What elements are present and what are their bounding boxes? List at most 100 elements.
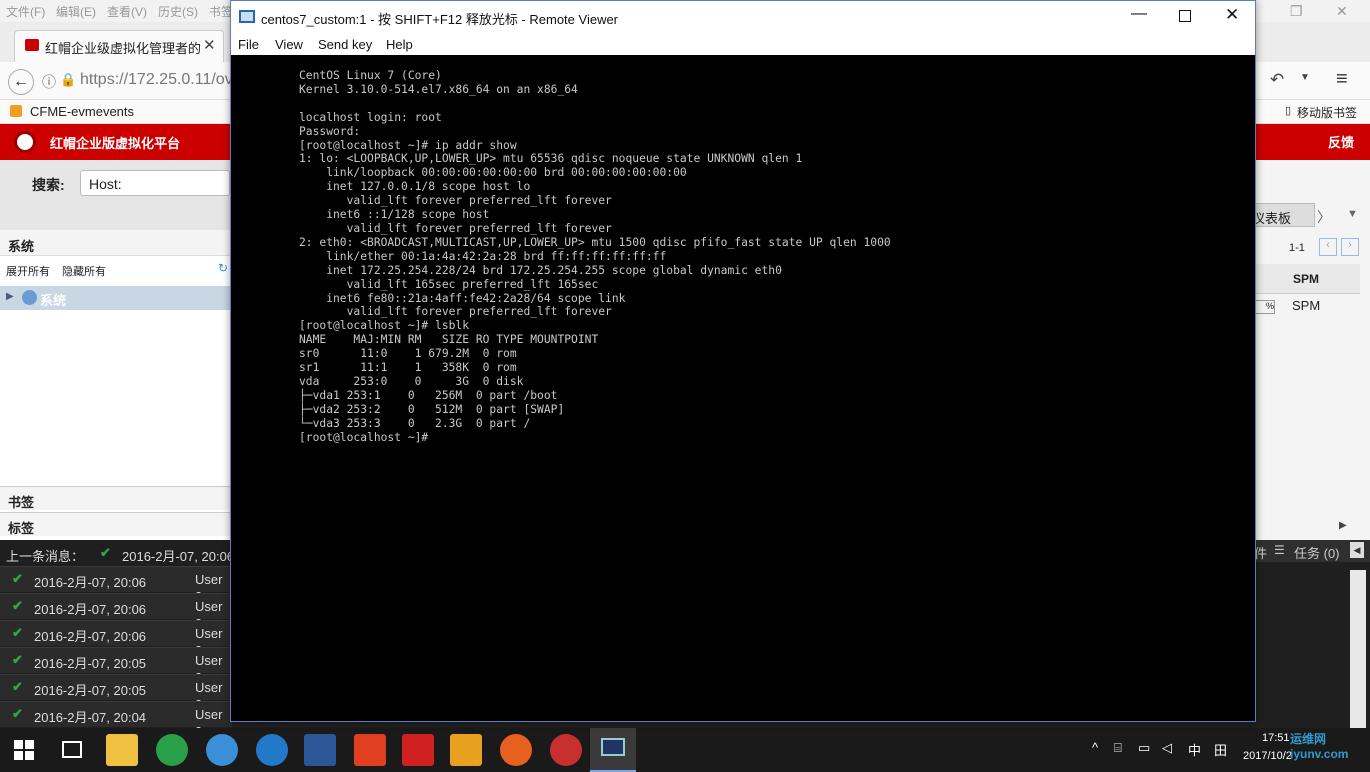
tab-title: 红帽企业级虚拟化管理者的 <box>45 41 202 56</box>
viewer-menubar: File View Send key Help <box>231 33 1255 55</box>
keyboard-icon[interactable]: 田 <box>1214 740 1227 759</box>
event-time: 2016-2月-07, 20:06 <box>34 602 147 617</box>
column-spm[interactable]: SPM <box>1293 272 1319 286</box>
check-icon: ✔ <box>12 706 23 721</box>
volume-icon[interactable]: ◁ <box>1162 740 1172 756</box>
tasks-label[interactable]: 任务 (0) <box>1294 543 1340 562</box>
scroll-right-icon[interactable]: ▶ <box>1339 520 1347 531</box>
menu-history[interactable]: 历史(S) <box>158 3 198 20</box>
system-title: 系统 <box>8 239 35 254</box>
lock-warning-icon: 🔒 <box>60 72 77 87</box>
browser-tab[interactable]: 红帽企业级虚拟化管理者的 ✕ <box>14 30 224 62</box>
windows-start-icon[interactable] <box>14 740 34 760</box>
tray-wifi-icon[interactable]: ▭ <box>1138 740 1150 756</box>
clock-time[interactable]: 17:51 <box>1262 732 1290 744</box>
events-scrollbar[interactable] <box>1350 570 1366 728</box>
monitor-icon <box>601 738 625 756</box>
app-icon[interactable] <box>450 734 482 766</box>
tree-item-system[interactable]: ▶ 系统 <box>0 286 232 310</box>
maximize-icon[interactable] <box>1179 10 1191 22</box>
tab-close-icon[interactable]: ✕ <box>203 36 216 54</box>
bookmark-cfme[interactable]: CFME-evmevents <box>30 104 134 119</box>
snail-app-icon[interactable] <box>550 734 582 766</box>
bookmarks-section[interactable]: 书签 <box>0 486 232 510</box>
event-row[interactable]: ✔ 2016-2月-07, 20:06 User a <box>0 620 232 656</box>
next-page-icon[interactable]: › <box>1341 238 1359 256</box>
clock-date[interactable]: 2017/10/2 <box>1243 750 1292 762</box>
tab-menu-icon[interactable]: ▼ <box>1347 208 1358 220</box>
pager-label: 1-1 <box>1289 242 1305 254</box>
task-view-icon[interactable] <box>62 741 82 758</box>
remote-viewer-taskbar-button[interactable] <box>590 728 636 772</box>
viewer-menu-view[interactable]: View <box>275 37 303 52</box>
youdao-icon[interactable] <box>402 734 434 766</box>
check-icon: ✔ <box>12 598 23 613</box>
check-icon: ✔ <box>12 679 23 694</box>
file-explorer-icon[interactable] <box>106 734 138 766</box>
menu-file[interactable]: 文件(F) <box>6 3 45 20</box>
guest-console-screen[interactable]: CentOS Linux 7 (Core) Kernel 3.10.0-514.… <box>231 55 1255 721</box>
viewer-menu-sendkey[interactable]: Send key <box>318 37 372 52</box>
restore-icon[interactable]: ❐ <box>1290 3 1303 20</box>
event-time: 2016-2月-07, 20:06 <box>34 629 147 644</box>
event-time: 2016-2月-07, 20:06 <box>34 575 147 590</box>
word-icon[interactable] <box>304 734 336 766</box>
last-message-label: 上一条消息： <box>6 549 85 564</box>
info-icon[interactable]: ⓘ <box>42 72 56 92</box>
event-time: 2016-2月-07, 20:05 <box>34 656 147 671</box>
menu-edit[interactable]: 编辑(E) <box>56 3 96 20</box>
mobile-bookmarks[interactable]: 移动版书签 <box>1297 104 1357 121</box>
close-icon[interactable]: ✕ <box>1336 3 1348 20</box>
event-row[interactable]: ✔ 2016-2月-07, 20:06 User a <box>0 593 232 629</box>
pdf-icon[interactable] <box>354 734 386 766</box>
dashboard-label: 仪表板 <box>1252 211 1292 226</box>
ime-indicator[interactable]: 中 <box>1188 740 1201 759</box>
remote-viewer-window: centos7_custom:1 - 按 SHIFT+F12 释放光标 - Re… <box>230 0 1256 722</box>
event-row[interactable]: ✔ 2016-2月-07, 20:04 User a <box>0 701 232 737</box>
check-icon: ✔ <box>12 652 23 667</box>
prev-page-icon[interactable]: ‹ <box>1319 238 1337 256</box>
tab-dashboard[interactable]: 仪表板 <box>1252 203 1315 227</box>
event-row[interactable]: ✔ 2016-2月-07, 20:06 User a <box>0 566 232 602</box>
terminal-output: CentOS Linux 7 (Core) Kernel 3.10.0-514.… <box>299 69 891 444</box>
tab-scroll-right-icon[interactable]: 〉 <box>1317 207 1331 227</box>
tree-item-label: 系统 <box>40 293 67 308</box>
collapse-panel-icon[interactable]: ◀ <box>1350 542 1364 558</box>
viewer-menu-file[interactable]: File <box>238 37 259 52</box>
search-input-value: Host: <box>89 176 122 192</box>
ie-browser-icon[interactable] <box>206 734 238 766</box>
menu-view[interactable]: 查看(V) <box>107 3 147 20</box>
hamburger-menu-icon[interactable]: ≡ <box>1336 68 1348 91</box>
viewer-menu-help[interactable]: Help <box>386 37 413 52</box>
event-time: 2016-2月-07, 20:05 <box>34 683 147 698</box>
system-header: 系统 <box>0 230 232 256</box>
search-input[interactable]: Host: <box>80 170 230 196</box>
remote-viewer-app-icon <box>239 10 255 23</box>
feedback-link[interactable]: 反馈 <box>1328 132 1354 151</box>
back-icon[interactable]: ← <box>8 69 34 95</box>
tags-section[interactable]: 标签 <box>0 512 232 536</box>
event-row[interactable]: ✔ 2016-2月-07, 20:05 User a <box>0 674 232 710</box>
collapse-all-link[interactable]: 隐藏所有 <box>62 263 106 279</box>
tags-label: 标签 <box>8 521 35 536</box>
expand-all-link[interactable]: 展开所有 <box>6 263 50 279</box>
firefox-icon[interactable] <box>500 734 532 766</box>
edge-icon[interactable] <box>256 734 288 766</box>
watermark-logo: 运维网 iyunv.com <box>1290 732 1349 761</box>
main-grid-right: 仪表板 〉 ▼ 1-1 ‹ › SPM % SPM ▶ <box>1252 160 1370 540</box>
chrome-icon[interactable] <box>156 734 188 766</box>
chevron-down-icon[interactable]: ▼ <box>1300 72 1310 83</box>
event-row[interactable]: ✔ 2016-2月-07, 20:05 User a <box>0 647 232 683</box>
expand-arrow-icon[interactable]: ▶ <box>6 291 14 302</box>
tray-network-icon[interactable]: ⌸ <box>1114 740 1122 756</box>
undo-icon[interactable]: ↶ <box>1270 70 1284 90</box>
event-time: 2016-2月-07, 20:04 <box>34 710 147 725</box>
url-field[interactable]: https://172.25.0.11/ovi <box>80 71 236 89</box>
window-close-icon[interactable]: ✕ <box>1225 5 1239 25</box>
window-title: centos7_custom:1 - 按 SHIFT+F12 释放光标 - Re… <box>261 12 619 27</box>
tray-chevron-icon[interactable]: ^ <box>1092 740 1098 755</box>
refresh-icon[interactable]: ↻ <box>218 261 228 275</box>
window-titlebar[interactable]: centos7_custom:1 - 按 SHIFT+F12 释放光标 - Re… <box>231 1 1255 33</box>
minimize-icon[interactable]: — <box>1131 5 1147 23</box>
redhat-favicon-icon <box>25 39 39 51</box>
